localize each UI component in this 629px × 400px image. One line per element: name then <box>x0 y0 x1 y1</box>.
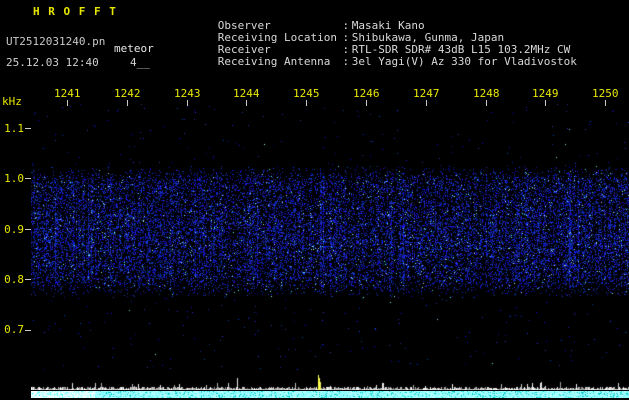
time-tick-label: 1243 <box>174 87 201 100</box>
observation-info: Observer:Masaki Kano Receiving Location:… <box>178 6 577 54</box>
time-tick-label: 1246 <box>353 87 380 100</box>
counter-label: 4__ <box>130 57 150 69</box>
time-tick-label: 1249 <box>532 87 559 100</box>
freq-tick-label: 1.0 <box>2 172 24 185</box>
freq-tick-label: 0.9 <box>2 223 24 236</box>
time-tick-label: 1241 <box>54 87 81 100</box>
info-row-observer: Observer:Masaki Kano <box>178 6 577 18</box>
time-tick-label: 1250 <box>592 87 619 100</box>
time-tick-label: 1244 <box>233 87 260 100</box>
time-tick-label: 1242 <box>114 87 141 100</box>
time-tick-label: 1245 <box>293 87 320 100</box>
filename-label: UT2512031240.pn <box>6 36 105 48</box>
freq-tick-label: 1.1 <box>2 122 24 135</box>
time-tick-label: 1248 <box>473 87 500 100</box>
freq-tick-label: 0.8 <box>2 273 24 286</box>
freq-unit-label: kHz <box>2 96 22 108</box>
spectrogram-canvas <box>31 104 629 370</box>
datetime-label: 25.12.03 12:40 <box>6 57 99 69</box>
status-bar-canvas <box>31 391 629 398</box>
freq-tick-label: 0.7 <box>2 323 24 336</box>
signal-level-canvas <box>31 372 629 390</box>
mode-label: meteor <box>114 43 154 55</box>
hrofft-screen: H R O F F T UT2512031240.pn meteor 25.12… <box>0 0 629 400</box>
info-value: 3el Yagi(V) Az 330 for Vladivostok <box>352 55 577 68</box>
info-separator: : <box>340 55 352 68</box>
time-tick-label: 1247 <box>413 87 440 100</box>
info-label: Receiving Antenna <box>218 55 340 68</box>
app-title: H R O F F T <box>33 6 117 18</box>
